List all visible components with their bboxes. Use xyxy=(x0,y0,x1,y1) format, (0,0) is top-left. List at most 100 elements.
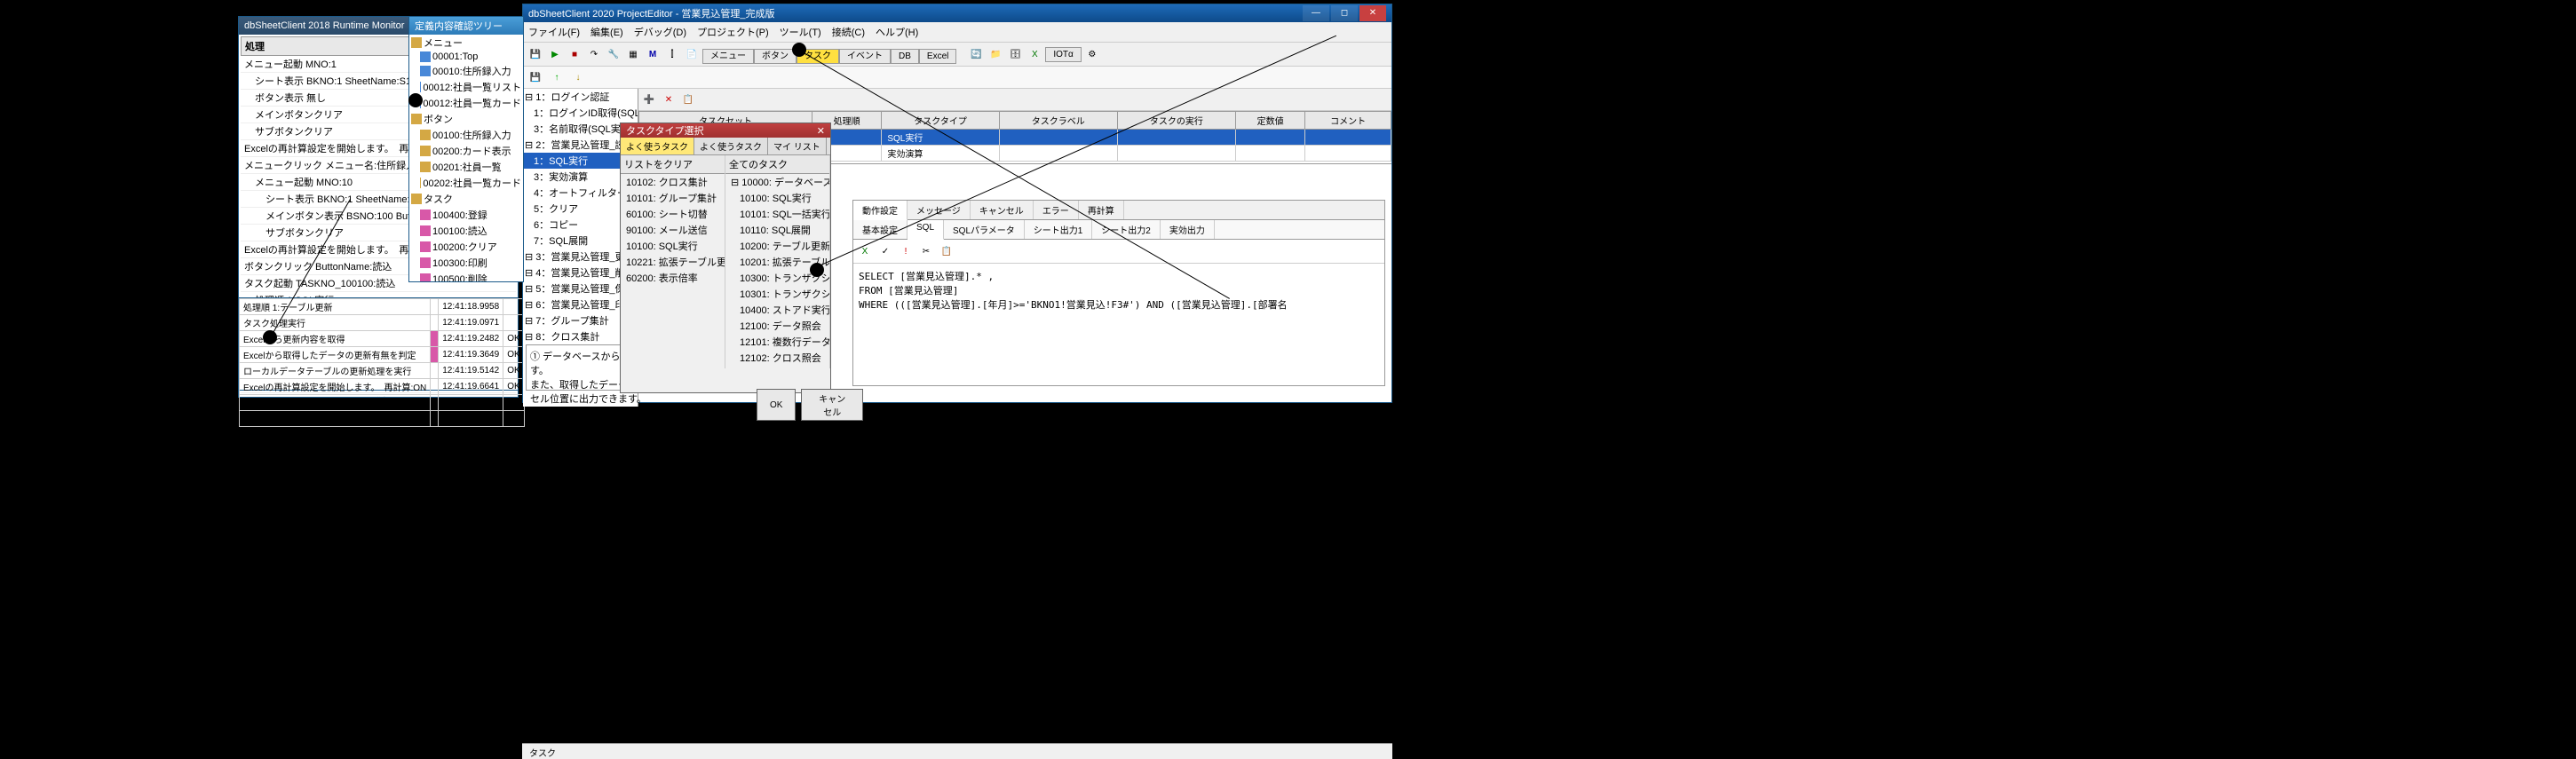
menu-item[interactable]: ヘルプ(H) xyxy=(876,25,918,39)
tree-node[interactable]: 00012:社員一覧リスト xyxy=(409,79,523,95)
align-icon[interactable]: ⫿ xyxy=(663,45,681,63)
excel-icon[interactable]: X xyxy=(1026,45,1043,63)
maximize-button[interactable]: ◻ xyxy=(1331,5,1358,21)
menu-item[interactable]: プロジェクト(P) xyxy=(697,25,769,39)
run-icon[interactable]: ▶ xyxy=(546,45,564,63)
sql-tab[interactable]: シート出力2 xyxy=(1092,220,1161,239)
tree-node[interactable]: 00010:住所録入力 xyxy=(409,63,523,79)
task-option[interactable]: 10400: ストアド実行 xyxy=(725,302,829,318)
task-option[interactable]: 10101: SQL一括実行開始 xyxy=(725,206,829,222)
task-option[interactable]: 10100: SQL実行 xyxy=(725,190,829,206)
task-option[interactable]: 12102: クロス照会 xyxy=(725,350,829,366)
grid-header[interactable]: 定数値 xyxy=(1235,112,1304,130)
up-icon[interactable]: ↑ xyxy=(548,68,566,86)
stop-icon[interactable]: ■ xyxy=(566,45,583,63)
validate-icon[interactable]: ✓ xyxy=(876,242,894,260)
sql-editor[interactable]: SELECT [営業見込管理].* , FROM [営業見込管理] WHERE … xyxy=(853,264,1384,317)
tree-node[interactable]: 100300:印刷 xyxy=(409,255,523,271)
save2-icon[interactable]: 💾 xyxy=(527,68,544,86)
close-button[interactable]: ✕ xyxy=(1359,5,1386,21)
tree-node[interactable]: ボタン xyxy=(409,111,523,127)
dialog-titlebar[interactable]: タスクタイプ選択 ✕ xyxy=(621,123,830,138)
dialog-close-icon[interactable]: ✕ xyxy=(817,125,825,137)
view-pill[interactable]: Excel xyxy=(919,49,956,64)
task-option[interactable]: 10200: テーブル更新 xyxy=(725,238,829,254)
task-option[interactable]: 10301: トランザクション中断 xyxy=(725,286,829,302)
task-option[interactable]: 10101: グループ集計 xyxy=(621,190,725,206)
save-icon[interactable]: 💾 xyxy=(527,45,544,63)
cancel-button[interactable]: キャンセル xyxy=(801,389,863,421)
sql-tab[interactable]: SQLパラメータ xyxy=(944,220,1025,239)
task-option[interactable]: 90100: メール送信 xyxy=(621,222,725,238)
folder-icon[interactable]: 📁 xyxy=(987,45,1004,63)
tree-node[interactable]: 00001:Top xyxy=(409,51,523,63)
iota-label[interactable]: IOTα xyxy=(1045,47,1081,62)
all-tasks-column[interactable]: 全てのタスク ⊟ 10000: データベース10100: SQL実行10101:… xyxy=(725,155,830,368)
m-icon[interactable]: M xyxy=(644,45,662,63)
editor-titlebar[interactable]: dbSheetClient 2020 ProjectEditor - 営業見込管… xyxy=(523,4,1391,22)
settings-icon[interactable]: ⚙ xyxy=(1083,45,1101,63)
task-option[interactable]: ⊟ 30000: dbSheetClient設定 xyxy=(725,366,829,368)
minimize-button[interactable]: — xyxy=(1303,5,1329,21)
tree-node[interactable]: メニュー xyxy=(409,35,523,51)
task-tree-node[interactable]: ⊟ 1：ログイン認証 xyxy=(523,89,638,105)
grid-header[interactable]: コメント xyxy=(1305,112,1391,130)
menu-item[interactable]: デバッグ(D) xyxy=(634,25,686,39)
db-icon[interactable]: 🗄 xyxy=(1006,45,1024,63)
task-option[interactable]: 10102: クロス集計 xyxy=(621,174,725,190)
dialog-tab[interactable]: よく使うタスク xyxy=(621,138,694,154)
settings-tab[interactable]: 動作設定 xyxy=(853,201,908,220)
grid-header[interactable]: タスクの実行 xyxy=(1117,112,1235,130)
settings-tab[interactable]: エラー xyxy=(1034,201,1079,219)
view-pill[interactable]: ボタン xyxy=(754,49,797,64)
tree-node[interactable]: 00200:カード表示 xyxy=(409,143,523,159)
tree-titlebar[interactable]: 定義内容確認ツリー xyxy=(409,17,523,35)
menu-item[interactable]: ツール(T) xyxy=(780,25,821,39)
view-pill[interactable]: イベント xyxy=(839,49,891,64)
menu-item[interactable]: ファイル(F) xyxy=(528,25,580,39)
tree-node[interactable]: 00012:社員一覧カード xyxy=(409,95,523,111)
menu-item[interactable]: 接続(C) xyxy=(832,25,865,39)
task-option[interactable]: ⊟ 10000: データベース xyxy=(725,174,829,190)
task-tree-node[interactable]: 1：ログインID取得(SQL実行) xyxy=(523,105,638,121)
tree-node[interactable]: 100400:登録 xyxy=(409,207,523,223)
task-option[interactable]: 60100: シート切替 xyxy=(621,206,725,222)
task-option[interactable]: 10100: SQL実行 xyxy=(621,238,725,254)
task-option[interactable]: 60200: 表示倍率 xyxy=(621,270,725,286)
tree-node[interactable]: 100500:削除 xyxy=(409,271,523,281)
tree-node[interactable]: タスク xyxy=(409,191,523,207)
delete-row-icon[interactable]: ✕ xyxy=(660,91,678,108)
tree-node[interactable]: 00202:社員一覧カード xyxy=(409,175,523,191)
task-option[interactable]: 12100: データ照会 xyxy=(725,318,829,334)
tree-node[interactable]: 100200:クリア xyxy=(409,239,523,255)
refresh-icon[interactable]: 🔄 xyxy=(967,45,985,63)
tool-icon[interactable]: 🔧 xyxy=(605,45,622,63)
paste-icon[interactable]: 📋 xyxy=(938,242,955,260)
grid-header[interactable]: タスクラベル xyxy=(999,112,1117,130)
frequently-used-column[interactable]: リストをクリア 10102: クロス集計10101: グループ集計60100: … xyxy=(621,155,725,368)
settings-tab[interactable]: キャンセル xyxy=(971,201,1034,219)
warn-icon[interactable]: ! xyxy=(897,242,915,260)
tree-node[interactable]: 100100:読込 xyxy=(409,223,523,239)
copy-icon[interactable]: 📋 xyxy=(679,91,697,108)
tree-node[interactable]: 00201:社員一覧 xyxy=(409,159,523,175)
add-row-icon[interactable]: ➕ xyxy=(640,91,658,108)
dialog-tab[interactable]: よく使うタスク xyxy=(694,138,768,154)
view-pill[interactable]: DB xyxy=(891,49,919,64)
settings-tab[interactable]: メッセージ xyxy=(908,201,971,219)
sql-tab[interactable]: シート出力1 xyxy=(1025,220,1093,239)
step-icon[interactable]: ↷ xyxy=(585,45,603,63)
task-option[interactable]: 10221: 拡張テーブル更新 xyxy=(621,254,725,270)
grid-icon[interactable]: ▦ xyxy=(624,45,642,63)
cut-icon[interactable]: ✂ xyxy=(917,242,935,260)
doc-icon[interactable]: 📄 xyxy=(683,45,701,63)
task-option[interactable]: 12101: 複数行データ照会 xyxy=(725,334,829,350)
sql-tab[interactable]: 実効出力 xyxy=(1161,220,1215,239)
menu-item[interactable]: 編集(E) xyxy=(590,25,623,39)
down-icon[interactable]: ↓ xyxy=(569,68,587,86)
dialog-tab[interactable]: マイ リスト xyxy=(768,138,827,154)
tree-node[interactable]: 00100:住所録入力 xyxy=(409,127,523,143)
col1-header[interactable]: リストをクリア xyxy=(621,155,725,174)
ok-button[interactable]: OK xyxy=(757,389,796,421)
grid-header[interactable]: タスクタイプ xyxy=(882,112,999,130)
